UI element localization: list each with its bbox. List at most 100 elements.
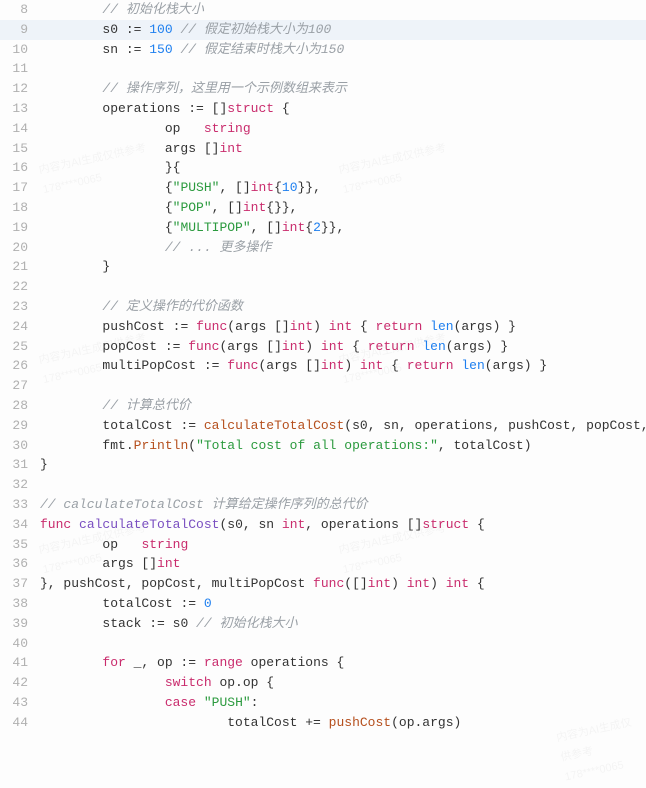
code-line[interactable]: 30 fmt.Println("Total cost of all operat… [0, 436, 646, 456]
line-number: 27 [0, 376, 40, 396]
line-number: 9 [0, 20, 40, 40]
code-content[interactable]: sn := 150 // 假定结束时栈大小为150 [40, 40, 646, 60]
code-content[interactable]: }{ [40, 158, 646, 178]
code-line[interactable]: 40 [0, 634, 646, 654]
code-line[interactable]: 34func calculateTotalCost(s0, sn int, op… [0, 515, 646, 535]
line-number: 28 [0, 396, 40, 416]
code-content[interactable] [40, 277, 646, 297]
code-content[interactable]: totalCost += pushCost(op.args) [40, 713, 646, 733]
code-line[interactable]: 39 stack := s0 // 初始化栈大小 [0, 614, 646, 634]
code-line[interactable]: 20 // ... 更多操作 [0, 238, 646, 258]
code-content[interactable]: // 操作序列，这里用一个示例数组来表示 [40, 79, 646, 99]
code-editor[interactable]: 8 // 初始化栈大小9 s0 := 100 // 假定初始栈大小为10010 … [0, 0, 646, 732]
line-number: 14 [0, 119, 40, 139]
code-content[interactable]: // 定义操作的代价函数 [40, 297, 646, 317]
code-content[interactable] [40, 475, 646, 495]
code-content[interactable] [40, 59, 646, 79]
code-line[interactable]: 42 switch op.op { [0, 673, 646, 693]
code-line[interactable]: 11 [0, 59, 646, 79]
code-content[interactable]: {"PUSH", []int{10}}, [40, 178, 646, 198]
code-content[interactable]: args []int [40, 554, 646, 574]
code-content[interactable]: totalCost := 0 [40, 594, 646, 614]
line-number: 12 [0, 79, 40, 99]
code-content[interactable]: } [40, 257, 646, 277]
line-number: 34 [0, 515, 40, 535]
code-content[interactable] [40, 634, 646, 654]
line-number: 43 [0, 693, 40, 713]
line-number: 38 [0, 594, 40, 614]
code-line[interactable]: 21 } [0, 257, 646, 277]
code-line[interactable]: 18 {"POP", []int{}}, [0, 198, 646, 218]
code-line[interactable]: 15 args []int [0, 139, 646, 159]
code-line[interactable]: 9 s0 := 100 // 假定初始栈大小为100 [0, 20, 646, 40]
code-content[interactable]: s0 := 100 // 假定初始栈大小为100 [40, 20, 646, 40]
code-content[interactable]: // calculateTotalCost 计算给定操作序列的总代价 [40, 495, 646, 515]
code-content[interactable]: multiPopCost := func(args []int) int { r… [40, 356, 646, 376]
code-line[interactable]: 32 [0, 475, 646, 495]
code-line[interactable]: 37}, pushCost, popCost, multiPopCost fun… [0, 574, 646, 594]
code-line[interactable]: 28 // 计算总代价 [0, 396, 646, 416]
code-content[interactable]: fmt.Println("Total cost of all operation… [40, 436, 646, 456]
code-content[interactable]: op string [40, 535, 646, 555]
code-content[interactable]: // 初始化栈大小 [40, 0, 646, 20]
code-content[interactable]: }, pushCost, popCost, multiPopCost func(… [40, 574, 646, 594]
code-content[interactable]: // 计算总代价 [40, 396, 646, 416]
code-content[interactable]: for _, op := range operations { [40, 653, 646, 673]
code-line[interactable]: 27 [0, 376, 646, 396]
code-content[interactable]: operations := []struct { [40, 99, 646, 119]
line-number: 35 [0, 535, 40, 555]
code-content[interactable]: op string [40, 119, 646, 139]
line-number: 39 [0, 614, 40, 634]
code-content[interactable]: case "PUSH": [40, 693, 646, 713]
code-line[interactable]: 36 args []int [0, 554, 646, 574]
code-line[interactable]: 35 op string [0, 535, 646, 555]
code-line[interactable]: 19 {"MULTIPOP", []int{2}}, [0, 218, 646, 238]
code-line[interactable]: 41 for _, op := range operations { [0, 653, 646, 673]
code-line[interactable]: 10 sn := 150 // 假定结束时栈大小为150 [0, 40, 646, 60]
code-content[interactable]: {"MULTIPOP", []int{2}}, [40, 218, 646, 238]
code-line[interactable]: 22 [0, 277, 646, 297]
code-content[interactable]: func calculateTotalCost(s0, sn int, oper… [40, 515, 646, 535]
line-number: 40 [0, 634, 40, 654]
code-line[interactable]: 17 {"PUSH", []int{10}}, [0, 178, 646, 198]
code-line[interactable]: 26 multiPopCost := func(args []int) int … [0, 356, 646, 376]
line-number: 33 [0, 495, 40, 515]
code-line[interactable]: 33// calculateTotalCost 计算给定操作序列的总代价 [0, 495, 646, 515]
code-content[interactable]: totalCost := calculateTotalCost(s0, sn, … [40, 416, 646, 436]
line-number: 37 [0, 574, 40, 594]
code-line[interactable]: 23 // 定义操作的代价函数 [0, 297, 646, 317]
code-line[interactable]: 44 totalCost += pushCost(op.args) [0, 713, 646, 733]
line-number: 15 [0, 139, 40, 159]
code-content[interactable]: args []int [40, 139, 646, 159]
line-number: 32 [0, 475, 40, 495]
code-line[interactable]: 16 }{ [0, 158, 646, 178]
code-line[interactable]: 29 totalCost := calculateTotalCost(s0, s… [0, 416, 646, 436]
code-content[interactable]: stack := s0 // 初始化栈大小 [40, 614, 646, 634]
code-line[interactable]: 25 popCost := func(args []int) int { ret… [0, 337, 646, 357]
code-content[interactable]: // ... 更多操作 [40, 238, 646, 258]
code-line[interactable]: 14 op string [0, 119, 646, 139]
code-line[interactable]: 24 pushCost := func(args []int) int { re… [0, 317, 646, 337]
code-content[interactable] [40, 376, 646, 396]
code-content[interactable]: pushCost := func(args []int) int { retur… [40, 317, 646, 337]
code-content[interactable]: {"POP", []int{}}, [40, 198, 646, 218]
code-content[interactable]: popCost := func(args []int) int { return… [40, 337, 646, 357]
line-number: 21 [0, 257, 40, 277]
code-line[interactable]: 31} [0, 455, 646, 475]
line-number: 23 [0, 297, 40, 317]
line-number: 42 [0, 673, 40, 693]
code-line[interactable]: 13 operations := []struct { [0, 99, 646, 119]
code-line[interactable]: 8 // 初始化栈大小 [0, 0, 646, 20]
line-number: 19 [0, 218, 40, 238]
code-line[interactable]: 43 case "PUSH": [0, 693, 646, 713]
line-number: 30 [0, 436, 40, 456]
code-content[interactable]: } [40, 455, 646, 475]
code-line[interactable]: 12 // 操作序列，这里用一个示例数组来表示 [0, 79, 646, 99]
line-number: 11 [0, 59, 40, 79]
line-number: 29 [0, 416, 40, 436]
code-content[interactable]: switch op.op { [40, 673, 646, 693]
line-number: 8 [0, 0, 40, 20]
code-line[interactable]: 38 totalCost := 0 [0, 594, 646, 614]
line-number: 17 [0, 178, 40, 198]
line-number: 31 [0, 455, 40, 475]
